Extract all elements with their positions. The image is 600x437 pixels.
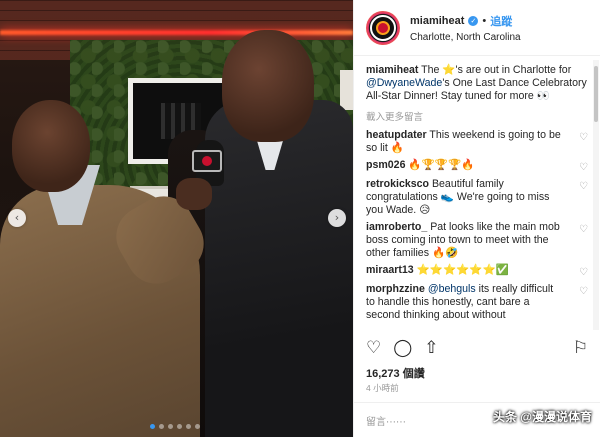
carousel-dot [150, 424, 155, 429]
comment-item: heatupdater This weekend is going to be … [366, 129, 588, 155]
post-caption: miamiheat The ⭐'s are out in Charlotte f… [366, 64, 588, 103]
carousel-prev-button[interactable]: ‹ [8, 209, 26, 227]
chevron-left-icon: ‹ [14, 211, 20, 224]
comments-list[interactable]: miamiheat The ⭐'s are out in Charlotte f… [354, 56, 600, 332]
framed-artwork-edge [340, 70, 353, 110]
comment-like-heart-icon[interactable]: ♡ [579, 131, 588, 144]
comment-like-heart-icon[interactable]: ♡ [579, 285, 588, 298]
comment-like-heart-icon[interactable]: ♡ [579, 266, 588, 279]
post-header: miamiheat ✓ • 追蹤 Charlotte, North Caroli… [354, 0, 600, 56]
comment-username[interactable]: miraart13 [366, 264, 414, 276]
comment-text: 🔥🏆🏆🏆🔥 [408, 159, 475, 171]
caption-username[interactable]: miamiheat [366, 64, 418, 76]
likes-count[interactable]: 16,273 個讚 [366, 365, 425, 381]
comment-item: miraart13 ⭐⭐⭐⭐⭐⭐✅ ♡ [366, 264, 588, 279]
interviewer-hand [176, 178, 212, 210]
like-heart-icon[interactable]: ♡ [366, 338, 381, 358]
neon-light [0, 30, 353, 35]
comment-username[interactable]: psm026 [366, 159, 405, 171]
comment-item: iamroberto_ Pat looks like the main mob … [366, 221, 588, 260]
post-timestamp[interactable]: 4 小時前 [366, 382, 399, 394]
save-bookmark-icon[interactable]: ⚐ [573, 338, 588, 358]
chevron-right-icon: › [334, 211, 340, 224]
comment-item: psm026 🔥🏆🏆🏆🔥 ♡ [366, 159, 588, 174]
carousel-dot [168, 424, 173, 429]
follow-button[interactable]: 追蹤 [490, 13, 512, 29]
post-actions: ♡ ◯ ⇧ ⚐ [366, 338, 588, 358]
post-photo[interactable]: ‹ › [0, 0, 353, 437]
comment-username[interactable]: morphzzine [366, 283, 425, 295]
microphone-flag [192, 150, 222, 172]
watermark: 头条 @漫漫说体育 [492, 410, 592, 424]
comment-username[interactable]: heatupdater [366, 129, 427, 141]
comment-bubble-icon[interactable]: ◯ [393, 338, 412, 358]
interviewer-head [12, 100, 90, 192]
caption-mention[interactable]: @DwyaneWade [366, 77, 442, 89]
carousel-indicator [150, 424, 200, 429]
post-sidebar: miamiheat ✓ • 追蹤 Charlotte, North Caroli… [353, 0, 600, 437]
carousel-dot [195, 424, 200, 429]
comment-like-heart-icon[interactable]: ♡ [579, 161, 588, 174]
comment-username[interactable]: retrokicksco [366, 178, 429, 190]
comment-mention[interactable]: @behguls [428, 283, 476, 295]
carousel-dot [186, 424, 191, 429]
caption-text: The ⭐'s are out in Charlotte for [421, 64, 572, 76]
verified-badge-icon: ✓ [468, 15, 479, 26]
interviewee-head [222, 30, 314, 142]
comment-item: retrokicksco Beautiful family congratula… [366, 178, 588, 217]
carousel-dot [159, 424, 164, 429]
comment-username[interactable]: iamroberto_ [366, 221, 427, 233]
comment-like-heart-icon[interactable]: ♡ [579, 180, 588, 193]
carousel-dot [177, 424, 182, 429]
load-more-comments[interactable]: 載入更多留言 [366, 109, 588, 123]
avatar[interactable] [366, 10, 400, 45]
comment-item: morphzzine @behguls its really difficult… [366, 283, 588, 322]
separator-dot: • [482, 14, 487, 27]
carousel-next-button[interactable]: › [328, 209, 346, 227]
comments-scrollbar[interactable] [593, 60, 599, 330]
post-location[interactable]: Charlotte, North Carolina [410, 32, 521, 43]
heat-logo-icon [370, 14, 396, 41]
comment-like-heart-icon[interactable]: ♡ [579, 223, 588, 236]
comment-text: ⭐⭐⭐⭐⭐⭐✅ [416, 264, 509, 276]
share-icon[interactable]: ⇧ [424, 338, 438, 358]
post-username[interactable]: miamiheat [410, 15, 464, 27]
